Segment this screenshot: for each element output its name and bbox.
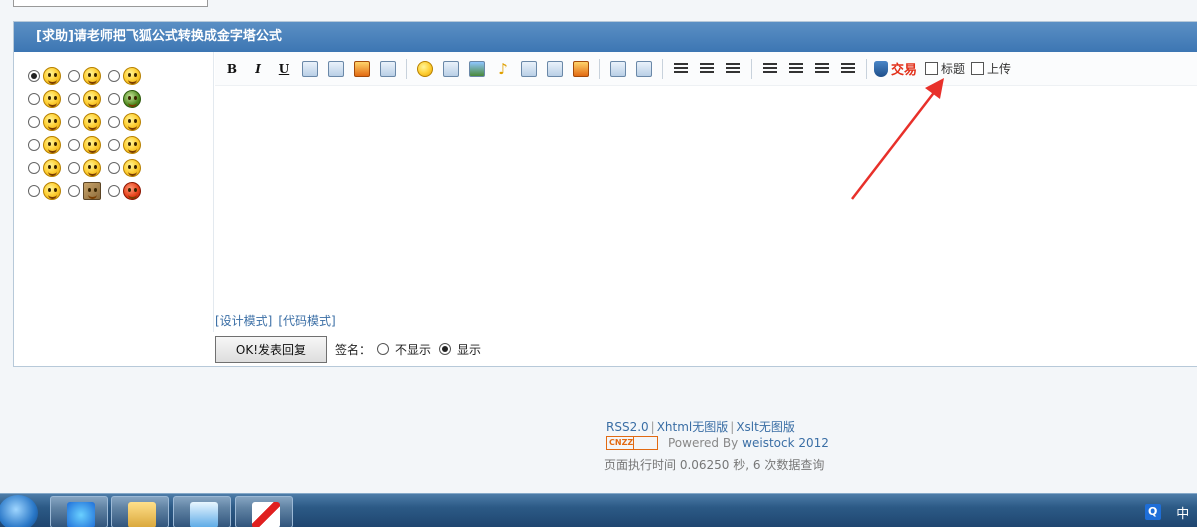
app-icon [252, 502, 280, 527]
bird-icon [190, 502, 218, 527]
annotation-arrow-shaft [851, 89, 937, 200]
taskbar-ie[interactable] [50, 496, 108, 527]
annotation-arrow-head [925, 78, 944, 99]
start-button[interactable] [0, 495, 38, 527]
qq-tray-icon[interactable]: Q [1144, 504, 1161, 520]
taskbar-explorer[interactable] [111, 496, 169, 527]
ie-icon [67, 502, 95, 527]
taskbar-app-bird[interactable] [173, 496, 231, 527]
windows-taskbar: Q 中 [0, 493, 1197, 527]
system-tray: Q 中 [1137, 496, 1197, 527]
folder-icon [128, 502, 156, 527]
input-language-indicator[interactable]: 中 [1176, 503, 1189, 522]
taskbar-app-red[interactable] [235, 496, 293, 527]
annotation-arrow [851, 78, 944, 200]
